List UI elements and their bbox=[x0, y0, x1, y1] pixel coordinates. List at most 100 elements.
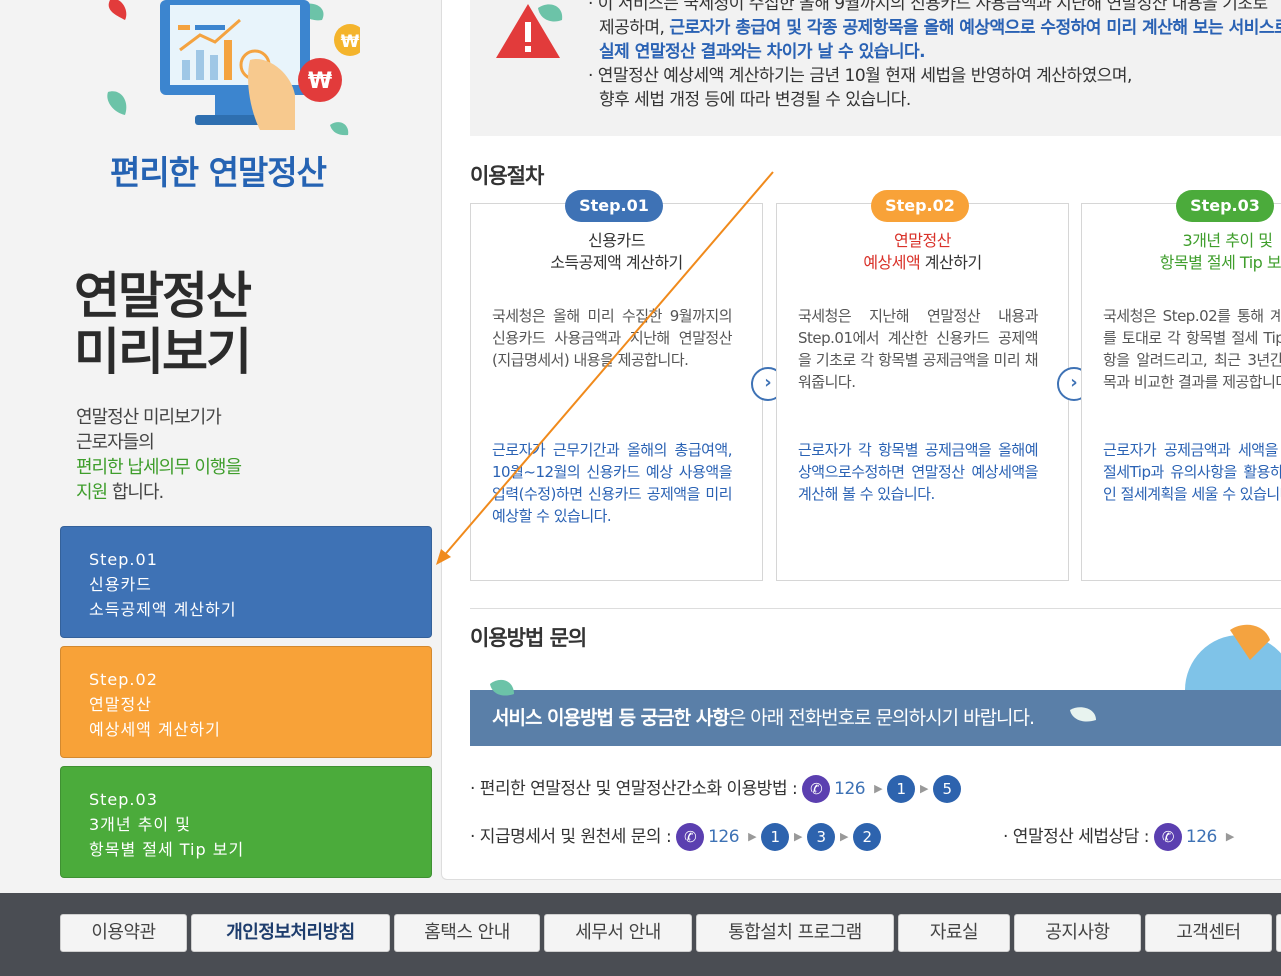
step02-card: Step.02 연말정산 예상세액 계산하기 국세청은 지난해 연말정산 내용과… bbox=[776, 190, 1069, 581]
desc-line-highlight: 편리한 납세의무 이행을 bbox=[76, 457, 242, 478]
step-number: Step.01 bbox=[89, 550, 158, 569]
inquiry-banner: 서비스 이용방법 등 궁금한 사항은 아래 전화번호로 문의하시기 바랍니다. bbox=[470, 690, 1281, 746]
card-body: 국세청은 Step.02를 통해 계산된 결과를 토대로 각 항목별 절세 Ti… bbox=[1103, 307, 1281, 391]
footer-link-hometax[interactable]: 홈택스 안내 bbox=[394, 914, 540, 952]
inquiry-label: · 지급명세서 및 원천세 문의 : bbox=[470, 827, 672, 847]
inquiry-line-3: · 연말정산 세법상담 : ✆ 126 ▶ bbox=[1003, 822, 1239, 852]
page-title-line2: 미리보기 bbox=[74, 323, 252, 381]
inquiry-line-1: · 편리한 연말정산 및 연말정산간소화 이용방법 : ✆ 126 ▶ 1 ▶ 5 bbox=[470, 774, 962, 804]
svg-text:₩: ₩ bbox=[308, 69, 332, 94]
key-badge: 1 bbox=[887, 775, 916, 803]
next-arrow-icon: ▶ bbox=[794, 830, 802, 843]
procedure-title: 이용절차 bbox=[470, 164, 544, 188]
inquiry-label: · 연말정산 세법상담 : bbox=[1003, 827, 1149, 847]
card-title-line: 예상세액 계산하기 bbox=[777, 252, 1068, 274]
footer-link-support[interactable]: 고객센터 bbox=[1145, 914, 1272, 952]
desc-highlight: 지원 bbox=[76, 482, 108, 503]
brand-title: 편리한 연말정산 bbox=[110, 153, 327, 192]
footer-link-more[interactable] bbox=[1276, 914, 1281, 952]
step02-badge: Step.02 bbox=[871, 190, 969, 222]
card-title-text: 계산하기 bbox=[920, 253, 982, 272]
next-arrow-icon: ▶ bbox=[1225, 830, 1234, 843]
section-divider bbox=[470, 608, 1281, 609]
step-label: 연말정산 bbox=[89, 695, 152, 714]
step01-card: Step.01 신용카드 소득공제액 계산하기 국세청은 올해 미리 수집한 9… bbox=[470, 190, 763, 581]
card-title-line: 항목별 절세 Tip 보기 bbox=[1159, 253, 1281, 272]
footer: 이용약관 개인정보처리방침 홈택스 안내 세무서 안내 통합설치 프로그램 자료… bbox=[0, 893, 1281, 976]
notice-text-part: 제공하며, bbox=[599, 18, 670, 38]
step-label: 항목별 절세 Tip 보기 bbox=[89, 840, 245, 859]
phone-number: 126 bbox=[1185, 827, 1217, 847]
step01-button[interactable]: Step.01 신용카드 소득공제액 계산하기 bbox=[60, 526, 432, 638]
card-body-highlight: 근로자가 각 항목별 공제금액을 올해예상액으로수정하면 연말정산 예상세액을 … bbox=[798, 441, 1039, 503]
desc-text: 합니다. bbox=[107, 482, 164, 503]
card-body: 국세청은 지난해 연말정산 내용과 Step.01에서 계산한 신용카드 공제액… bbox=[798, 307, 1039, 391]
phone-number: 126 bbox=[708, 827, 740, 847]
notice-line: · 연말정산 예상세액 계산하기는 금년 10월 현재 세법을 반영하여 계산하… bbox=[588, 66, 1132, 86]
leaf-icon bbox=[1070, 707, 1096, 722]
notice-line: 향후 세법 개정 등에 따라 변경될 수 있습니다. bbox=[599, 90, 911, 110]
key-badge: 3 bbox=[807, 823, 835, 851]
card-title-highlight: 예상세액 bbox=[863, 253, 921, 272]
card-body: 국세청은 올해 미리 수집한 9월까지의 신용카드 사용금액과 지난해 연말정산… bbox=[492, 307, 733, 369]
inquiry-banner-text: 은 아래 전화번호로 문의하시기 바랍니다. bbox=[728, 707, 1035, 729]
card-title: 3개년 추이 및 항목별 절세 Tip 보기 bbox=[1082, 230, 1281, 274]
page-title-line1: 연말정산 bbox=[74, 267, 252, 325]
key-badge: 1 bbox=[761, 823, 790, 851]
card-body-highlight: 근로자가 근무기간과 올해의 총급여액, 10월~12월의 신용카드 예상 사용… bbox=[492, 441, 733, 525]
card-title-line: 소득공제액 계산하기 bbox=[550, 253, 683, 272]
footer-link-archive[interactable]: 자료실 bbox=[898, 914, 1010, 952]
footer-link-privacy[interactable]: 개인정보처리방침 bbox=[191, 914, 390, 952]
card-title-line: 신용카드 bbox=[588, 231, 645, 250]
inquiry-label: · 편리한 연말정산 및 연말정산간소화 이용방법 : bbox=[470, 779, 798, 799]
notice-highlight: 근로자가 총급여 및 각종 공제항목을 올해 예상액으로 수정하여 미리 계산해… bbox=[669, 18, 1281, 38]
card-title: 연말정산 예상세액 계산하기 bbox=[777, 230, 1068, 274]
step-number: Step.03 bbox=[89, 790, 158, 809]
phone-icon: ✆ bbox=[676, 823, 705, 851]
warning-icon bbox=[496, 4, 563, 58]
svg-text:₩: ₩ bbox=[341, 32, 360, 52]
leaf-icon bbox=[490, 679, 514, 696]
notice-line: · 이 서비스는 국세청이 수집한 올해 9월까지의 신용카드 사용금액과 지난… bbox=[588, 0, 1268, 14]
footer-link-installer[interactable]: 통합설치 프로그램 bbox=[696, 914, 894, 952]
footer-link-terms[interactable]: 이용약관 bbox=[60, 914, 187, 952]
step03-button[interactable]: Step.03 3개년 추이 및 항목별 절세 Tip 보기 bbox=[60, 766, 432, 878]
key-badge: 2 bbox=[852, 823, 881, 851]
card-body-highlight: 근로자가 공제금액과 세액을 비교하고, 절세Tip과 유의사항을 활용하면 합… bbox=[1103, 441, 1281, 503]
step03-badge: Step.03 bbox=[1176, 190, 1274, 222]
next-arrow-icon: ▶ bbox=[874, 782, 883, 795]
next-arrow-icon: ▶ bbox=[748, 830, 757, 843]
desc-line: 지원 합니다. bbox=[76, 480, 241, 505]
step-label: 예상세액 계산하기 bbox=[89, 720, 221, 739]
calculator-illustration-icon: ₩ ₩ bbox=[107, 0, 360, 136]
card-title-line: 연말정산 bbox=[894, 231, 951, 250]
footer-link-notice[interactable]: 공지사항 bbox=[1014, 914, 1141, 952]
page-description: 연말정산 미리보기가 근로자들의 편리한 납세의무 이행을 지원 합니다. bbox=[76, 405, 242, 505]
card-title-line: 3개년 추이 및 bbox=[1182, 231, 1273, 250]
phone-icon: ✆ bbox=[802, 775, 831, 803]
step02-button[interactable]: Step.02 연말정산 예상세액 계산하기 bbox=[60, 646, 432, 758]
inquiry-title: 이용방법 문의 bbox=[470, 626, 587, 650]
phone-icon: ✆ bbox=[1153, 823, 1182, 851]
step03-card: Step.03 3개년 추이 및 항목별 절세 Tip 보기 국세청은 Step… bbox=[1081, 190, 1281, 581]
step-label: 신용카드 bbox=[89, 575, 152, 594]
key-badge: 5 bbox=[933, 775, 962, 803]
footer-link-taxoffice[interactable]: 세무서 안내 bbox=[544, 914, 692, 952]
next-arrow-icon: ▶ bbox=[920, 782, 929, 795]
inquiry-banner-bold: 서비스 이용방법 등 궁금한 사항 bbox=[492, 707, 730, 729]
step01-badge: Step.01 bbox=[565, 190, 663, 222]
notice-text: · 이 서비스는 국세청이 수집한 올해 9월까지의 신용카드 사용금액과 지난… bbox=[588, 0, 1281, 112]
page-title: 연말정산 미리보기 bbox=[74, 267, 252, 381]
desc-line: 근로자들의 bbox=[76, 432, 155, 453]
step-number: Step.02 bbox=[89, 670, 158, 689]
notice-line: 제공하며, 근로자가 총급여 및 각종 공제항목을 올해 예상액으로 수정하여 … bbox=[588, 16, 1281, 40]
next-arrow-icon: ▶ bbox=[840, 830, 848, 843]
sidebar: ₩ ₩ 편리한 연말정산 연말정산 미리보기 연말정산 미리보기가 근로자들의 … bbox=[0, 0, 440, 893]
inquiry-line-2: · 지급명세서 및 원천세 문의 : ✆ 126 ▶ 1 ▶ 3 ▶ 2 bbox=[470, 822, 881, 852]
card-title: 신용카드 소득공제액 계산하기 bbox=[471, 230, 762, 274]
step-label: 소득공제액 계산하기 bbox=[89, 600, 237, 619]
notice-line-highlight: 실제 연말정산 결과와는 차이가 날 수 있습니다. bbox=[599, 42, 926, 62]
desc-line: 연말정산 미리보기가 bbox=[76, 407, 222, 428]
step-label: 3개년 추이 및 bbox=[89, 815, 191, 834]
phone-number: 126 bbox=[834, 779, 866, 799]
